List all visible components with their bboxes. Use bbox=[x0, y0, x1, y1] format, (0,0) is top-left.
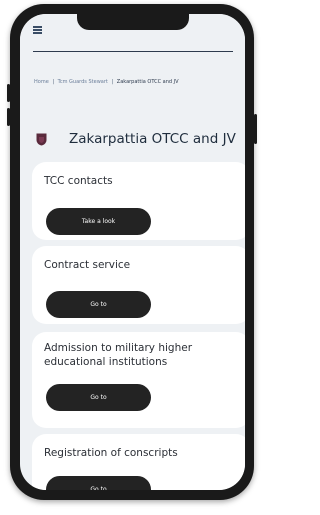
card-tcc-contacts: TCC contacts Take a look bbox=[32, 162, 245, 240]
phone-volume-up bbox=[7, 84, 10, 102]
header-divider bbox=[33, 51, 233, 52]
go-to-button[interactable]: Go to bbox=[46, 384, 151, 411]
go-to-button[interactable]: Go to bbox=[46, 476, 151, 490]
breadcrumb-current: Zakarpattia OTCC and JV bbox=[116, 79, 179, 85]
card-conscript-registration: Registration of conscripts Go to bbox=[32, 434, 245, 490]
phone-screen: Home | Tcm Guards Stewart | Zakarpattia … bbox=[20, 14, 245, 490]
take-a-look-button[interactable]: Take a look bbox=[46, 208, 151, 235]
breadcrumb-parent[interactable]: Tcm Guards Stewart bbox=[58, 79, 108, 85]
card-title: TCC contacts bbox=[44, 175, 113, 187]
phone-notch bbox=[77, 14, 189, 30]
hamburger-menu-icon[interactable] bbox=[33, 26, 42, 34]
card-contract-service: Contract service Go to bbox=[32, 246, 245, 324]
card-title: Registration of conscripts bbox=[44, 447, 178, 459]
card-military-education: Admission to military higher educational… bbox=[32, 332, 245, 428]
breadcrumb-separator: | bbox=[52, 79, 55, 85]
page-title: Zakarpattia OTCC and JV bbox=[69, 131, 236, 147]
breadcrumb-separator: | bbox=[111, 79, 114, 85]
coat-of-arms-shield-icon bbox=[36, 133, 47, 146]
phone-power-button bbox=[254, 114, 257, 144]
breadcrumb-home[interactable]: Home bbox=[34, 79, 49, 85]
card-title: Admission to military higher educational… bbox=[44, 342, 193, 368]
go-to-button[interactable]: Go to bbox=[46, 291, 151, 318]
card-title: Contract service bbox=[44, 259, 131, 271]
phone-volume-down bbox=[7, 108, 10, 126]
breadcrumb: Home | Tcm Guards Stewart | Zakarpattia … bbox=[34, 77, 234, 88]
